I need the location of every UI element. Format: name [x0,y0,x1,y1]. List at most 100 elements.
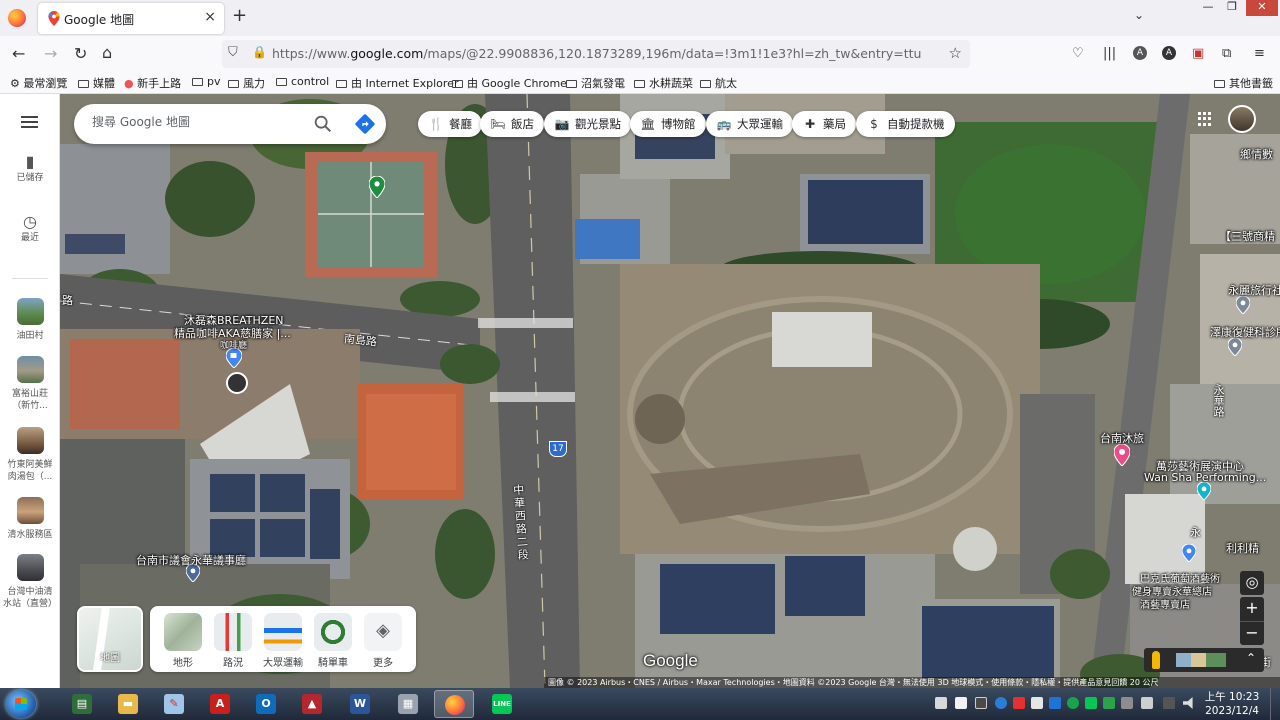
windows-start-button[interactable] [6,690,36,718]
rail-recent-place-4[interactable]: 清水服務區 [0,497,60,541]
bookmark-folder-hydroponic[interactable]: 水耕蔬菜 [634,75,693,91]
chevron-up-icon[interactable]: ⌃ [1246,651,1256,665]
taskbar-acrobat[interactable]: A [200,690,240,718]
url-text[interactable]: https://www.google.com/maps/@22.9908836,… [272,46,921,61]
bookmark-folder-wind[interactable]: 風力 [228,75,265,91]
taskbar-explorer[interactable]: ▬ [108,690,148,718]
tray-icon[interactable] [1049,697,1061,709]
tray-icon[interactable] [1031,697,1043,709]
layer-traffic[interactable]: 路況 [208,613,258,669]
map-pin-clinic[interactable] [1228,338,1242,356]
layer-more[interactable]: ◈ 更多 [358,613,408,669]
menu-hamburger-icon[interactable] [21,116,38,128]
bookmark-folder-control[interactable]: control [276,75,329,88]
tab-close-button[interactable]: × [204,9,216,25]
label-lili[interactable]: 利利精 [1226,540,1259,556]
network-icon[interactable] [1141,697,1153,709]
extensions-puzzle-icon[interactable]: ⧉ [1222,46,1231,61]
map-marker-circle[interactable] [226,372,248,394]
flag-icon[interactable] [1163,697,1175,709]
satellite-map[interactable]: 17 沐磊森BREATHZEN 精品咖啡AKA慈膳家 |... 咖啡廳 南島路 … [60,94,1280,688]
screenshot-icon[interactable]: ▣ [1192,46,1204,61]
rail-saved[interactable]: ▮ 已儲存 [0,154,60,184]
google-apps-icon[interactable] [1198,112,1212,126]
extension-a-icon[interactable]: A [1162,46,1176,60]
back-arrow-icon[interactable]: ← [12,44,25,63]
map-pin-basketball-court[interactable] [369,176,385,198]
pocket-icon[interactable]: ♡ [1072,46,1084,61]
taskbar-clock[interactable]: 上午 10:23 2023/12/4 [1200,690,1264,718]
tab-list-chevron-icon[interactable]: ⌄ [1134,8,1144,22]
tray-icon[interactable] [1121,697,1133,709]
label-wansha-2[interactable]: Wan Sha Performing... [1144,471,1266,484]
taskbar-line[interactable]: LINE [482,690,522,718]
map-layer-toggle[interactable]: 地圖 [77,606,143,672]
tracking-shield-icon[interactable]: ⛉ [228,45,238,60]
label-travel-agency[interactable]: 永麗旅行社 [1228,282,1280,298]
library-icon[interactable]: ||| [1103,46,1116,61]
label-council[interactable]: 台南市議會永華議事廳 [136,552,246,568]
my-location-button[interactable]: ◎ [1240,571,1264,595]
pegman-icon[interactable] [1152,651,1160,669]
map-pin-wansha[interactable] [1197,482,1211,500]
tray-icon[interactable] [975,697,987,709]
window-close-button[interactable]: ✕ [1246,0,1278,16]
taskbar-app-1[interactable]: ▤ [62,690,102,718]
taskbar-autocad[interactable]: ▲ [292,690,332,718]
imagery-thumbnails[interactable] [1176,653,1226,667]
layer-biking[interactable]: 騎單車 [308,613,358,669]
chip-atms[interactable]: $ 自動提款機 [856,111,955,137]
rail-recent-place-3[interactable]: 竹東阿美鮮 肉湯包（... [0,427,60,483]
bookmark-folder-aerospace[interactable]: 航太 [700,75,737,91]
menu-icon[interactable]: ≡ [1254,46,1265,61]
chip-transit[interactable]: 🚌 大眾運輸 [706,111,793,137]
tray-icon[interactable] [1067,697,1079,709]
help-icon[interactable] [995,697,1007,709]
taskbar-word[interactable]: W [340,690,380,718]
chip-museums[interactable]: 🏛 博物館 [630,111,706,137]
bookmark-other[interactable]: 其他書籤 [1214,75,1273,91]
taskbar-calculator[interactable]: ▦ [388,690,428,718]
directions-icon[interactable] [354,113,376,135]
layer-transit[interactable]: 大眾運輸 [258,613,308,669]
tray-icon[interactable] [935,697,947,709]
map-pin-shop[interactable] [1182,544,1196,562]
reload-icon[interactable]: ↻ [74,44,87,63]
new-tab-button[interactable]: + [232,5,247,26]
label-pujiu-3[interactable]: 酒藝專賣店 [1140,596,1190,611]
search-input[interactable] [92,115,302,129]
map-pin-travel-agency[interactable] [1236,296,1250,314]
bookmark-folder-biogas[interactable]: 沼氣發電 [566,75,625,91]
home-icon[interactable]: ⌂ [102,43,112,62]
lock-icon[interactable]: 🔒 [252,45,267,59]
taskbar-outlook[interactable]: O [246,690,286,718]
tray-icon[interactable] [1103,697,1115,709]
url-bar[interactable]: ⛉ 🔒 https://www.google.com/maps/@22.9908… [222,40,970,68]
bookmark-folder-media[interactable]: 媒體 [78,75,115,91]
speaker-icon[interactable] [1183,697,1193,709]
taskbar-paint[interactable]: ✎ [154,690,194,718]
search-icon[interactable] [312,113,334,135]
taskbar-firefox[interactable] [434,690,474,718]
map-pin-cafe[interactable] [226,348,242,368]
label-sanhao[interactable]: 【三號商精 [1220,228,1275,244]
zoom-out-button[interactable]: − [1240,621,1264,645]
browser-tab-google-maps[interactable]: Google 地圖 × [38,3,224,34]
bookmark-folder-chrome[interactable]: 由 Google Chrome [452,75,567,91]
rail-recent[interactable]: ◷ 最近 [0,214,60,244]
label-xiang[interactable]: 鄉情數 [1240,146,1273,162]
zoom-in-button[interactable]: + [1240,597,1264,621]
forward-arrow-icon[interactable]: → [44,44,57,63]
window-minimize-button[interactable]: — [1196,0,1220,16]
label-clinic[interactable]: 澤康復健科診所 [1210,324,1280,340]
chip-pharmacies[interactable]: ✚ 藥局 [792,111,856,137]
account-icon[interactable]: A [1133,46,1147,60]
rail-recent-place-5[interactable]: 台灣中油清 水站（直營） [0,554,60,610]
firefox-logo-icon[interactable] [8,9,26,27]
show-desktop-button[interactable] [1270,688,1280,720]
account-avatar[interactable] [1228,105,1256,133]
window-maximize-button[interactable]: ❐ [1220,0,1244,16]
chip-attractions[interactable]: 📷 觀光景點 [544,111,631,137]
rail-recent-place-2[interactable]: 富裕山莊 （新竹... [0,356,60,412]
bookmark-folder-ie[interactable]: 由 Internet Explorer [336,75,458,91]
